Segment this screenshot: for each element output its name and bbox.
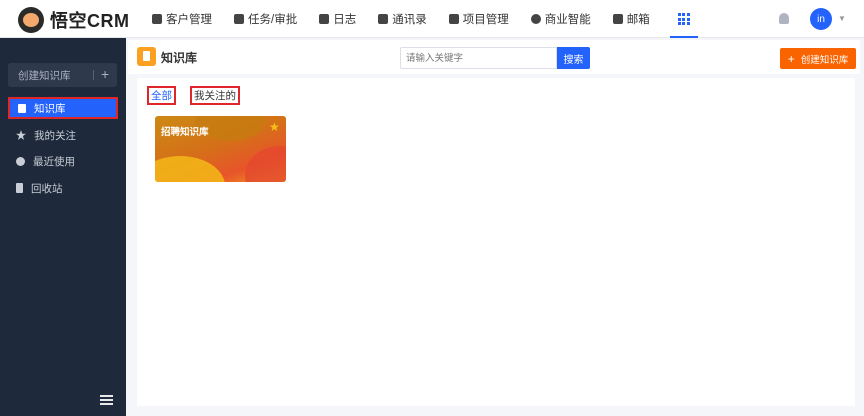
plus-icon[interactable]: + bbox=[101, 66, 109, 82]
create-kb-label: 创建知识库 bbox=[18, 69, 71, 82]
project-icon bbox=[448, 14, 459, 24]
page-title: 知识库 bbox=[161, 51, 198, 65]
log-icon bbox=[319, 14, 330, 24]
clock-icon bbox=[16, 156, 25, 166]
nav-item-log[interactable]: 日志 bbox=[319, 0, 356, 38]
sidebar-item-knowledge-base[interactable]: 知识库 bbox=[8, 97, 118, 119]
top-navigation-bar: 悟空CRM 客户管理 任务/审批 日志 通讯录 项目管理 商业智能 邮箱 in … bbox=[0, 0, 864, 38]
page-header: 知识库 搜索 + 创建知识库 bbox=[128, 40, 860, 74]
mail-icon bbox=[612, 14, 623, 24]
nav-label: 客户管理 bbox=[166, 14, 212, 26]
trash-icon bbox=[16, 183, 23, 193]
app-logo[interactable]: 悟空CRM bbox=[18, 7, 130, 33]
nav-label: 邮箱 bbox=[626, 14, 650, 26]
create-knowledge-base-button[interactable]: 创建知识库 + bbox=[8, 63, 117, 87]
knowledge-base-card[interactable]: 招聘知识库 ★ bbox=[155, 116, 286, 182]
card-title: 招聘知识库 bbox=[161, 127, 209, 138]
chevron-down-icon[interactable]: ▼ bbox=[838, 14, 846, 23]
book-icon bbox=[18, 103, 26, 113]
nav-item-mail[interactable]: 邮箱 bbox=[612, 0, 650, 38]
nav-item-customer[interactable]: 客户管理 bbox=[152, 0, 212, 38]
logo-icon bbox=[18, 7, 44, 33]
nav-label: 通讯录 bbox=[392, 14, 427, 26]
nav-label: 项目管理 bbox=[462, 14, 509, 26]
content-panel: 全部 我关注的 招聘知识库 ★ bbox=[137, 78, 855, 406]
divider bbox=[93, 70, 94, 80]
sidebar-item-recent[interactable]: 最近使用 bbox=[8, 150, 118, 172]
sidebar: 创建知识库 + 知识库 我的关注 最近使用 回收站 bbox=[0, 38, 126, 416]
nav-item-apps[interactable] bbox=[669, 0, 698, 38]
search-button[interactable]: 搜索 bbox=[557, 47, 590, 69]
sidebar-item-label: 最近使用 bbox=[33, 155, 75, 168]
tab-all[interactable]: 全部 bbox=[147, 86, 176, 105]
bi-icon bbox=[530, 14, 541, 24]
main-nav: 客户管理 任务/审批 日志 通讯录 项目管理 商业智能 邮箱 bbox=[152, 0, 712, 38]
avatar[interactable]: in bbox=[810, 8, 832, 30]
contacts-icon bbox=[378, 14, 389, 24]
sidebar-item-my-follow[interactable]: 我的关注 bbox=[8, 124, 118, 146]
search-input[interactable] bbox=[400, 47, 557, 69]
star-icon[interactable]: ★ bbox=[269, 121, 280, 133]
nav-item-bi[interactable]: 商业智能 bbox=[530, 0, 591, 38]
sidebar-item-trash[interactable]: 回收站 bbox=[8, 177, 118, 199]
nav-label: 任务/审批 bbox=[248, 14, 298, 26]
create-button-label: 创建知识库 bbox=[800, 54, 849, 66]
nav-label: 日志 bbox=[333, 14, 357, 26]
sidebar-item-label: 我的关注 bbox=[34, 129, 76, 142]
sidebar-item-label: 知识库 bbox=[34, 102, 66, 115]
nav-item-task[interactable]: 任务/审批 bbox=[234, 0, 297, 38]
plus-icon: + bbox=[787, 51, 795, 66]
nav-item-project[interactable]: 项目管理 bbox=[448, 0, 509, 38]
customer-icon bbox=[152, 14, 162, 24]
grid-icon bbox=[677, 13, 690, 25]
nav-item-contacts[interactable]: 通讯录 bbox=[378, 0, 427, 38]
collapse-sidebar-icon[interactable] bbox=[100, 395, 113, 405]
create-knowledge-base-header-button[interactable]: + 创建知识库 bbox=[780, 48, 856, 69]
star-icon bbox=[16, 130, 26, 140]
knowledge-base-icon bbox=[137, 47, 156, 66]
tab-followed[interactable]: 我关注的 bbox=[190, 86, 240, 105]
card-decoration bbox=[155, 156, 225, 182]
brand-name: 悟空CRM bbox=[50, 11, 130, 31]
sidebar-item-label: 回收站 bbox=[31, 182, 63, 195]
nav-label: 商业智能 bbox=[544, 14, 591, 26]
bell-icon[interactable] bbox=[779, 13, 789, 24]
task-icon bbox=[234, 14, 244, 24]
card-decoration bbox=[245, 146, 286, 182]
